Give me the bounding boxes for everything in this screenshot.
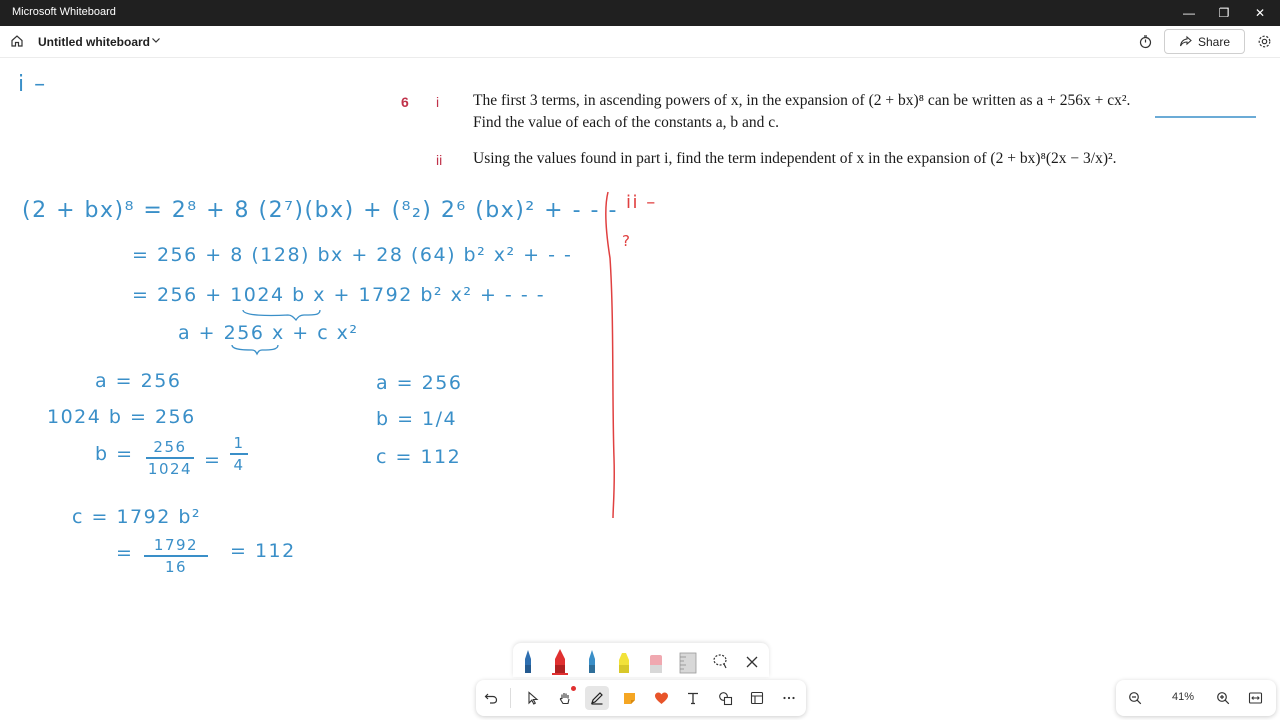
pan-tool-button[interactable] — [553, 686, 577, 710]
zoom-in-icon — [1217, 692, 1230, 705]
fraction-bar — [146, 457, 194, 459]
reactions-button[interactable] — [649, 686, 673, 710]
sticky-note-icon — [623, 692, 635, 704]
ink-strokes — [231, 116, 1256, 519]
share-label: Share — [1197, 34, 1231, 49]
fraction-bar — [144, 555, 208, 557]
timer-button[interactable] — [1135, 31, 1155, 51]
hand-icon — [559, 693, 570, 705]
chevron-down-icon[interactable] — [150, 34, 162, 46]
text-tool-button[interactable] — [681, 686, 705, 710]
summary-c: c = 112 — [376, 446, 462, 468]
lasso-icon[interactable] — [709, 647, 731, 675]
red-pen-icon[interactable] — [549, 647, 571, 675]
part-i-marker: i – — [18, 72, 47, 97]
part-ii-mark: ? — [622, 232, 632, 250]
timer-icon — [1139, 34, 1151, 48]
zoom-controls: 41% — [1116, 680, 1276, 716]
sticky-note-button[interactable] — [617, 686, 641, 710]
shapes-icon — [718, 691, 732, 705]
eraser-icon[interactable] — [645, 647, 667, 675]
fraction-bar — [230, 453, 248, 455]
b-fraction-1-denominator: 1024 — [147, 459, 193, 478]
part-ii-marker: ii – — [626, 192, 657, 213]
c-equation-2-rhs: = 112 — [230, 540, 296, 562]
pen-icon — [591, 692, 603, 705]
teal-pen-icon[interactable] — [581, 647, 603, 675]
settings-button[interactable] — [1254, 31, 1274, 51]
zoom-out-button[interactable] — [1123, 686, 1147, 710]
text-icon — [688, 692, 698, 705]
undo-icon — [484, 693, 498, 704]
c-equation-2-lhs: = — [116, 542, 134, 564]
board-title[interactable]: Untitled whiteboard — [38, 35, 150, 49]
close-window-button[interactable]: ✕ — [1243, 0, 1277, 26]
expansion-line-4: a + 256 x + c x² — [178, 322, 359, 344]
zoom-out-icon — [1129, 692, 1142, 705]
c-fraction-denominator: 16 — [164, 557, 188, 576]
b-equation-1: 1024 b = 256 — [47, 406, 196, 428]
expansion-line-2: = 256 + 8 (128) bx + 28 (64) b² x² + - - — [132, 244, 573, 266]
summary-b: b = 1/4 — [376, 408, 458, 430]
home-button[interactable] — [6, 30, 28, 52]
heart-icon — [654, 692, 668, 704]
fit-screen-icon — [1248, 692, 1262, 704]
app-title: Microsoft Whiteboard — [12, 6, 116, 18]
main-toolbar — [476, 680, 806, 716]
expansion-line-3: = 256 + 1024 b x + 1792 b² x² + - - - — [132, 284, 546, 306]
b-fraction-1-numerator: 256 — [153, 438, 187, 456]
b-equation-2-lhs: b = — [95, 443, 134, 465]
underbrace-1024b — [242, 309, 321, 322]
fit-to-screen-button[interactable] — [1243, 686, 1267, 710]
restore-button[interactable]: ❐ — [1207, 0, 1241, 26]
ruler-icon[interactable] — [677, 647, 699, 675]
undo-button[interactable] — [479, 686, 503, 710]
red-divider-line — [605, 191, 616, 519]
share-icon — [1179, 35, 1192, 47]
underbrace-256 — [231, 344, 279, 356]
notification-dot-icon — [571, 686, 576, 691]
pointer-icon — [528, 691, 539, 705]
a-equation: a = 256 — [95, 370, 182, 392]
c-fraction: 1792 16 — [144, 536, 208, 576]
b-fraction-1: 256 1024 — [146, 438, 194, 478]
c-fraction-numerator: 1792 — [153, 536, 199, 554]
inking-tool-button[interactable] — [585, 686, 609, 710]
gear-icon — [1258, 35, 1270, 47]
more-options-button[interactable] — [777, 686, 801, 710]
close-icon[interactable] — [741, 647, 763, 675]
highlighter-icon[interactable] — [613, 647, 635, 675]
share-button[interactable]: Share — [1164, 29, 1245, 54]
app-header: Untitled whiteboard Share — [0, 26, 1280, 58]
templates-button[interactable] — [745, 686, 769, 710]
pen-tray — [513, 643, 769, 677]
zoom-in-button[interactable] — [1211, 686, 1235, 710]
template-icon — [750, 691, 764, 705]
blue-pen-icon[interactable] — [517, 647, 539, 675]
title-bar: Microsoft Whiteboard — ❐ ✕ — [0, 0, 1280, 26]
whiteboard-canvas[interactable]: 6 i The first 3 terms, in ascending powe… — [0, 58, 1280, 720]
c-equation-1: c = 1792 b² — [72, 506, 202, 528]
b-fraction-2-denominator: 4 — [233, 455, 245, 474]
toolbar-divider — [510, 688, 511, 708]
summary-a: a = 256 — [376, 372, 463, 394]
b-equation-2-equals: = — [204, 449, 222, 471]
select-tool-button[interactable] — [521, 686, 545, 710]
shapes-button[interactable] — [713, 686, 737, 710]
b-fraction-2-numerator: 1 — [233, 434, 245, 452]
b-fraction-2: 1 4 — [230, 434, 248, 474]
home-icon — [11, 35, 23, 47]
expansion-line-1: (2 + bx)⁸ = 2⁸ + 8 (2⁷)(bx) + (⁸₂) 2⁶ (b… — [22, 198, 618, 223]
minimize-button[interactable]: — — [1172, 0, 1206, 26]
zoom-level[interactable]: 41% — [1168, 691, 1198, 703]
more-icon — [783, 696, 795, 700]
